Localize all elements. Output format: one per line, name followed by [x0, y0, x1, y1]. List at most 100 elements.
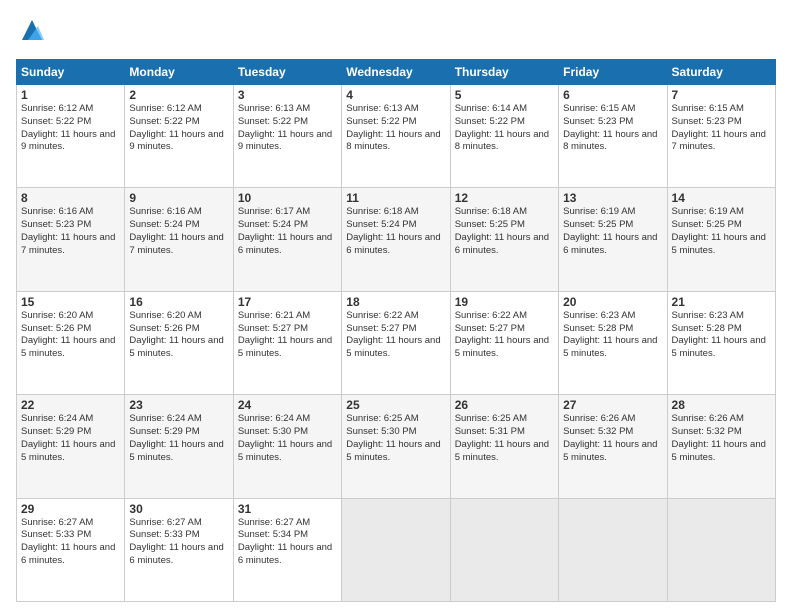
day-info: Sunrise: 6:24 AMSunset: 5:29 PMDaylight:…	[129, 413, 228, 464]
day-info: Sunrise: 6:27 AMSunset: 5:34 PMDaylight:…	[238, 517, 337, 568]
calendar-cell: 16Sunrise: 6:20 AMSunset: 5:26 PMDayligh…	[125, 291, 233, 394]
calendar-cell: 29Sunrise: 6:27 AMSunset: 5:33 PMDayligh…	[17, 498, 125, 601]
day-number: 12	[455, 191, 554, 205]
calendar-cell: 15Sunrise: 6:20 AMSunset: 5:26 PMDayligh…	[17, 291, 125, 394]
day-number: 3	[238, 88, 337, 102]
day-info: Sunrise: 6:12 AMSunset: 5:22 PMDaylight:…	[21, 103, 120, 154]
day-number: 16	[129, 295, 228, 309]
calendar-cell	[342, 498, 450, 601]
day-number: 14	[672, 191, 771, 205]
calendar-cell: 4Sunrise: 6:13 AMSunset: 5:22 PMDaylight…	[342, 85, 450, 188]
day-number: 17	[238, 295, 337, 309]
weekday-header-friday: Friday	[559, 60, 667, 85]
header	[16, 16, 776, 49]
day-info: Sunrise: 6:14 AMSunset: 5:22 PMDaylight:…	[455, 103, 554, 154]
day-number: 30	[129, 502, 228, 516]
logo	[16, 16, 46, 49]
calendar-cell: 18Sunrise: 6:22 AMSunset: 5:27 PMDayligh…	[342, 291, 450, 394]
day-info: Sunrise: 6:18 AMSunset: 5:25 PMDaylight:…	[455, 206, 554, 257]
day-number: 7	[672, 88, 771, 102]
calendar-cell: 14Sunrise: 6:19 AMSunset: 5:25 PMDayligh…	[667, 188, 775, 291]
day-info: Sunrise: 6:16 AMSunset: 5:24 PMDaylight:…	[129, 206, 228, 257]
day-number: 5	[455, 88, 554, 102]
calendar-cell: 12Sunrise: 6:18 AMSunset: 5:25 PMDayligh…	[450, 188, 558, 291]
calendar-cell: 8Sunrise: 6:16 AMSunset: 5:23 PMDaylight…	[17, 188, 125, 291]
weekday-header-sunday: Sunday	[17, 60, 125, 85]
day-info: Sunrise: 6:13 AMSunset: 5:22 PMDaylight:…	[346, 103, 445, 154]
weekday-header-tuesday: Tuesday	[233, 60, 341, 85]
day-info: Sunrise: 6:23 AMSunset: 5:28 PMDaylight:…	[563, 310, 662, 361]
weekday-header-saturday: Saturday	[667, 60, 775, 85]
day-info: Sunrise: 6:25 AMSunset: 5:31 PMDaylight:…	[455, 413, 554, 464]
day-number: 18	[346, 295, 445, 309]
calendar-cell: 9Sunrise: 6:16 AMSunset: 5:24 PMDaylight…	[125, 188, 233, 291]
day-number: 4	[346, 88, 445, 102]
day-info: Sunrise: 6:13 AMSunset: 5:22 PMDaylight:…	[238, 103, 337, 154]
weekday-header-wednesday: Wednesday	[342, 60, 450, 85]
day-info: Sunrise: 6:20 AMSunset: 5:26 PMDaylight:…	[21, 310, 120, 361]
day-number: 21	[672, 295, 771, 309]
calendar-week-5: 29 Sunrise: 6:27 AMSunset: 5:33 PMDayligh…	[17, 498, 776, 601]
calendar-cell: 31Sunrise: 6:27 AMSunset: 5:34 PMDayligh…	[233, 498, 341, 601]
calendar-cell: 6Sunrise: 6:15 AMSunset: 5:23 PMDaylight…	[559, 85, 667, 188]
day-info: Sunrise: 6:17 AMSunset: 5:24 PMDaylight:…	[238, 206, 337, 257]
calendar-cell: 11Sunrise: 6:18 AMSunset: 5:24 PMDayligh…	[342, 188, 450, 291]
day-number: 20	[563, 295, 662, 309]
calendar-week-1: 1Sunrise: 6:12 AMSunset: 5:22 PMDaylight…	[17, 85, 776, 188]
day-info: Sunrise: 6:15 AMSunset: 5:23 PMDaylight:…	[563, 103, 662, 154]
calendar-cell: 2Sunrise: 6:12 AMSunset: 5:22 PMDaylight…	[125, 85, 233, 188]
calendar-cell	[559, 498, 667, 601]
calendar-cell: 24Sunrise: 6:24 AMSunset: 5:30 PMDayligh…	[233, 395, 341, 498]
day-info: Sunrise: 6:23 AMSunset: 5:28 PMDaylight:…	[672, 310, 771, 361]
calendar-cell: 19Sunrise: 6:22 AMSunset: 5:27 PMDayligh…	[450, 291, 558, 394]
day-info: Sunrise: 6:19 AMSunset: 5:25 PMDaylight:…	[672, 206, 771, 257]
calendar-cell	[450, 498, 558, 601]
calendar-cell: 17Sunrise: 6:21 AMSunset: 5:27 PMDayligh…	[233, 291, 341, 394]
calendar-cell: 25Sunrise: 6:25 AMSunset: 5:30 PMDayligh…	[342, 395, 450, 498]
day-info: Sunrise: 6:19 AMSunset: 5:25 PMDaylight:…	[563, 206, 662, 257]
page: SundayMondayTuesdayWednesdayThursdayFrid…	[0, 0, 792, 612]
day-number: 6	[563, 88, 662, 102]
calendar-week-2: 8Sunrise: 6:16 AMSunset: 5:23 PMDaylight…	[17, 188, 776, 291]
calendar-week-4: 22Sunrise: 6:24 AMSunset: 5:29 PMDayligh…	[17, 395, 776, 498]
day-info: Sunrise: 6:12 AMSunset: 5:22 PMDaylight:…	[129, 103, 228, 154]
calendar-week-3: 15Sunrise: 6:20 AMSunset: 5:26 PMDayligh…	[17, 291, 776, 394]
day-info: Sunrise: 6:26 AMSunset: 5:32 PMDaylight:…	[672, 413, 771, 464]
calendar-body: 1Sunrise: 6:12 AMSunset: 5:22 PMDaylight…	[17, 85, 776, 602]
calendar-cell: 30Sunrise: 6:27 AMSunset: 5:33 PMDayligh…	[125, 498, 233, 601]
day-number: 28	[672, 398, 771, 412]
day-number: 1	[21, 88, 120, 102]
day-number: 31	[238, 502, 337, 516]
day-info: Sunrise: 6:26 AMSunset: 5:32 PMDaylight:…	[563, 413, 662, 464]
calendar-cell: 26Sunrise: 6:25 AMSunset: 5:31 PMDayligh…	[450, 395, 558, 498]
day-info: Sunrise: 6:20 AMSunset: 5:26 PMDaylight:…	[129, 310, 228, 361]
calendar-cell: 10Sunrise: 6:17 AMSunset: 5:24 PMDayligh…	[233, 188, 341, 291]
weekday-header-row: SundayMondayTuesdayWednesdayThursdayFrid…	[17, 60, 776, 85]
calendar-cell: 7Sunrise: 6:15 AMSunset: 5:23 PMDaylight…	[667, 85, 775, 188]
day-number: 29	[21, 502, 120, 516]
calendar-cell: 3Sunrise: 6:13 AMSunset: 5:22 PMDaylight…	[233, 85, 341, 188]
day-number: 26	[455, 398, 554, 412]
calendar-cell: 23Sunrise: 6:24 AMSunset: 5:29 PMDayligh…	[125, 395, 233, 498]
day-number: 25	[346, 398, 445, 412]
day-number: 2	[129, 88, 228, 102]
day-number: 15	[21, 295, 120, 309]
calendar-cell: 21Sunrise: 6:23 AMSunset: 5:28 PMDayligh…	[667, 291, 775, 394]
day-number: 10	[238, 191, 337, 205]
day-info: Sunrise: 6:27 AMSunset: 5:33 PMDaylight:…	[129, 517, 228, 568]
weekday-header-monday: Monday	[125, 60, 233, 85]
day-number: 19	[455, 295, 554, 309]
day-info: Sunrise: 6:18 AMSunset: 5:24 PMDaylight:…	[346, 206, 445, 257]
day-number: 24	[238, 398, 337, 412]
calendar-cell: 5Sunrise: 6:14 AMSunset: 5:22 PMDaylight…	[450, 85, 558, 188]
calendar-cell: 28Sunrise: 6:26 AMSunset: 5:32 PMDayligh…	[667, 395, 775, 498]
day-number: 11	[346, 191, 445, 205]
day-number: 9	[129, 191, 228, 205]
calendar-cell: 1Sunrise: 6:12 AMSunset: 5:22 PMDaylight…	[17, 85, 125, 188]
day-info: Sunrise: 6:21 AMSunset: 5:27 PMDaylight:…	[238, 310, 337, 361]
calendar-cell: 20Sunrise: 6:23 AMSunset: 5:28 PMDayligh…	[559, 291, 667, 394]
day-info: Sunrise: 6:16 AMSunset: 5:23 PMDaylight:…	[21, 206, 120, 257]
day-info: Sunrise: 6:24 AMSunset: 5:29 PMDaylight:…	[21, 413, 120, 464]
day-number: 23	[129, 398, 228, 412]
day-number: 27	[563, 398, 662, 412]
